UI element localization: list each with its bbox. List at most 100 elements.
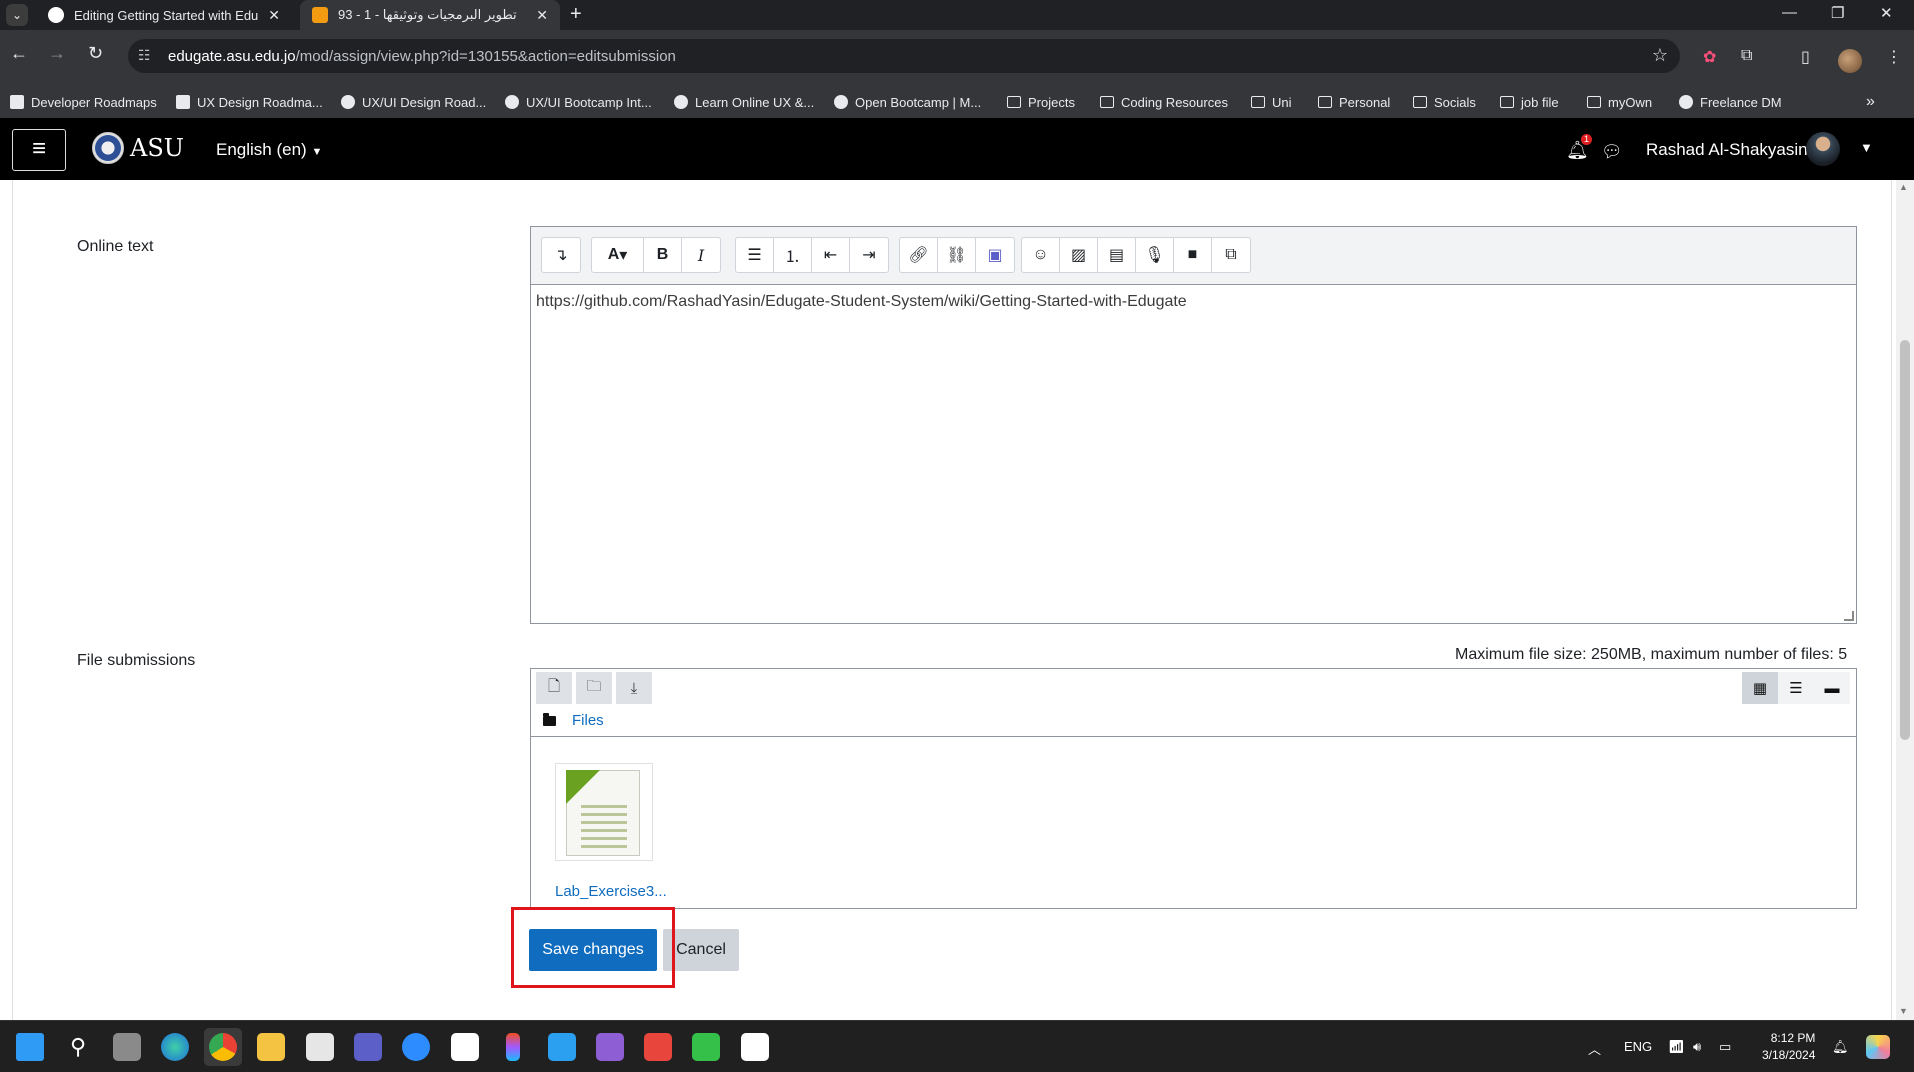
browser-tab-edugate[interactable]: 93 - 1 - تطوير البرمجيات وتوثيقها ✕ (300, 0, 560, 30)
bookmark-freelance-dm[interactable]: Freelance DM (1679, 87, 1782, 117)
view-icons-icon[interactable]: ▦ (1742, 672, 1778, 704)
copilot-icon[interactable] (1866, 1035, 1890, 1059)
file-name-link[interactable]: Lab_Exercise3... (555, 883, 667, 900)
wifi-icon[interactable]: 📶︎ (1668, 1039, 1685, 1055)
minimize-icon[interactable]: — (1782, 4, 1797, 21)
bookmark-folder-uni[interactable]: Uni (1251, 87, 1292, 117)
online-text-editor[interactable]: ↴ A ▾ B I ☰ ⒈ ⇤ ⇥ 🔗︎ ⛓ ▣ ☺ ▨ ▤ 🎙︎ ■ ⧉ htt… (530, 226, 1857, 624)
unlink-icon[interactable]: ⛓ (938, 238, 976, 272)
file-explorer-icon[interactable] (257, 1033, 285, 1061)
bookmark-folder-personal[interactable]: Personal (1318, 87, 1390, 117)
bold-icon[interactable]: B (644, 238, 682, 272)
reload-icon[interactable]: ↻ (88, 43, 103, 64)
manage-files-icon[interactable]: ⧉ (1212, 238, 1250, 272)
battery-icon[interactable]: ▭ (1719, 1039, 1731, 1055)
browser-menu-icon[interactable]: ⋮ (1886, 47, 1902, 67)
teams-icon[interactable]: ▣ (976, 238, 1014, 272)
messages-icon[interactable]: 💬︎ (1601, 142, 1623, 162)
outdent-icon[interactable]: ⇤ (812, 238, 850, 272)
site-info-icon[interactable]: ☷ (138, 47, 151, 64)
task-view-icon[interactable] (113, 1033, 141, 1061)
bookmark-star-icon[interactable]: ☆ (1652, 45, 1668, 66)
link-icon[interactable]: 🔗︎ (900, 238, 938, 272)
extension-icon[interactable]: ✿ (1703, 47, 1716, 67)
video-camera-icon[interactable]: ■ (1174, 238, 1212, 272)
bookmark-folder-projects[interactable]: Projects (1007, 87, 1075, 117)
anydesk-icon[interactable] (644, 1033, 672, 1061)
scroll-up-icon[interactable]: ▲ (1899, 182, 1908, 192)
scrollbar-thumb[interactable] (1900, 340, 1910, 740)
visual-studio-icon[interactable] (596, 1033, 624, 1061)
new-tab-icon[interactable]: + (570, 3, 582, 26)
bookmark-open-bootcamp[interactable]: Open Bootcamp | M... (834, 87, 981, 117)
download-all-icon[interactable]: ⤓ (616, 672, 652, 704)
tab-search-icon[interactable]: ⌄ (6, 4, 28, 26)
zoom-icon[interactable] (402, 1033, 430, 1061)
notification-icon[interactable]: 🔔︎ (1832, 1039, 1849, 1055)
close-window-icon[interactable]: ✕ (1880, 4, 1893, 22)
system-clock[interactable]: 8:12 PM 3/18/2024 (1762, 1030, 1815, 1064)
drawer-toggle-menu-icon[interactable]: ≡ (12, 129, 66, 171)
volume-icon[interactable]: 🔊︎ (1693, 1039, 1701, 1055)
restore-icon[interactable]: ❐ (1831, 4, 1844, 22)
ordered-list-icon[interactable]: ⒈ (774, 238, 812, 272)
input-language[interactable]: ENG (1624, 1039, 1652, 1054)
bookmark-uxui-bootcamp[interactable]: UX/UI Bootcamp Int... (505, 87, 652, 117)
tab-title: 93 - 1 - تطوير البرمجيات وتوثيقها (338, 7, 517, 22)
view-list-icon[interactable]: ☰ (1778, 672, 1814, 704)
user-menu-caret-icon[interactable]: ▼ (1860, 140, 1873, 155)
bookmark-learn-online-ux[interactable]: Learn Online UX &... (674, 87, 814, 117)
media-icon[interactable]: ▤ (1098, 238, 1136, 272)
site-logo[interactable]: ASU (92, 132, 184, 164)
bookmark-uxui-design-road[interactable]: UX/UI Design Road... (341, 87, 486, 117)
bookmark-folder-myown[interactable]: myOwn (1587, 87, 1652, 117)
paragraph-style-icon[interactable]: A ▾ (592, 238, 644, 272)
indent-icon[interactable]: ⇥ (850, 238, 888, 272)
notion-icon[interactable] (451, 1033, 479, 1061)
file-item[interactable]: Lab_Exercise3... (555, 763, 667, 900)
capcut-icon[interactable] (741, 1033, 769, 1061)
microphone-icon[interactable]: 🎙︎ (1136, 238, 1174, 272)
close-tab-icon[interactable]: ✕ (268, 7, 280, 24)
back-icon[interactable]: ← (10, 43, 28, 64)
online-text-content[interactable]: https://github.com/RashadYasin/Edugate-S… (536, 293, 1187, 311)
toolbar-toggle-icon[interactable]: ↴ (542, 238, 580, 272)
side-panel-icon[interactable]: ▯ (1801, 47, 1810, 67)
vscode-icon[interactable] (548, 1033, 576, 1061)
scroll-down-icon[interactable]: ▼ (1899, 1006, 1908, 1016)
more-bookmarks-icon[interactable]: » (1866, 87, 1875, 117)
bookmark-ux-design-roadmap[interactable]: UX Design Roadma... (176, 87, 323, 117)
bookmark-folder-socials[interactable]: Socials (1413, 87, 1476, 117)
language-menu[interactable]: English (en) ▼ (216, 140, 322, 160)
browser-tab-github[interactable]: Editing Getting Started with Edu ✕ (36, 0, 292, 30)
unordered-list-icon[interactable]: ☰ (736, 238, 774, 272)
bookmark-developer-roadmaps[interactable]: Developer Roadmaps (10, 87, 157, 117)
profile-avatar[interactable] (1838, 49, 1862, 73)
breadcrumb-files-link[interactable]: Files (572, 712, 604, 729)
edge-icon[interactable] (161, 1033, 189, 1061)
show-hidden-icons-icon[interactable]: ︿ (1588, 1039, 1601, 1058)
windows-start-icon[interactable] (16, 1033, 44, 1061)
address-bar[interactable]: ☷ edugate.asu.edu.jo/mod/assign/view.php… (128, 39, 1680, 73)
italic-icon[interactable]: I (682, 238, 720, 272)
image-icon[interactable]: ▨ (1060, 238, 1098, 272)
figma-icon[interactable] (506, 1033, 520, 1061)
teams-icon[interactable] (354, 1033, 382, 1061)
resize-handle-icon[interactable] (1844, 611, 1854, 621)
bookmark-folder-coding-resources[interactable]: Coding Resources (1100, 87, 1228, 117)
emoji-icon[interactable]: ☺ (1022, 238, 1060, 272)
search-icon[interactable]: ⚲ (64, 1033, 92, 1061)
store-icon[interactable] (306, 1033, 334, 1061)
file-thumbnail[interactable] (555, 763, 653, 861)
add-file-icon[interactable]: 🗋︎ (536, 672, 572, 704)
user-avatar[interactable] (1806, 132, 1840, 166)
close-tab-icon[interactable]: ✕ (536, 7, 548, 24)
extensions-puzzle-icon[interactable]: ⧉ (1741, 47, 1752, 65)
bookmark-folder-job-file[interactable]: job file (1500, 87, 1559, 117)
view-tree-icon[interactable]: ▬ (1814, 672, 1850, 704)
chrome-icon[interactable] (209, 1033, 237, 1061)
create-folder-icon[interactable]: 🗀︎ (576, 672, 612, 704)
forward-icon[interactable]: → (48, 43, 66, 64)
user-name[interactable]: Rashad Al-Shakyasin (1646, 140, 1808, 160)
phone-icon[interactable] (692, 1033, 720, 1061)
